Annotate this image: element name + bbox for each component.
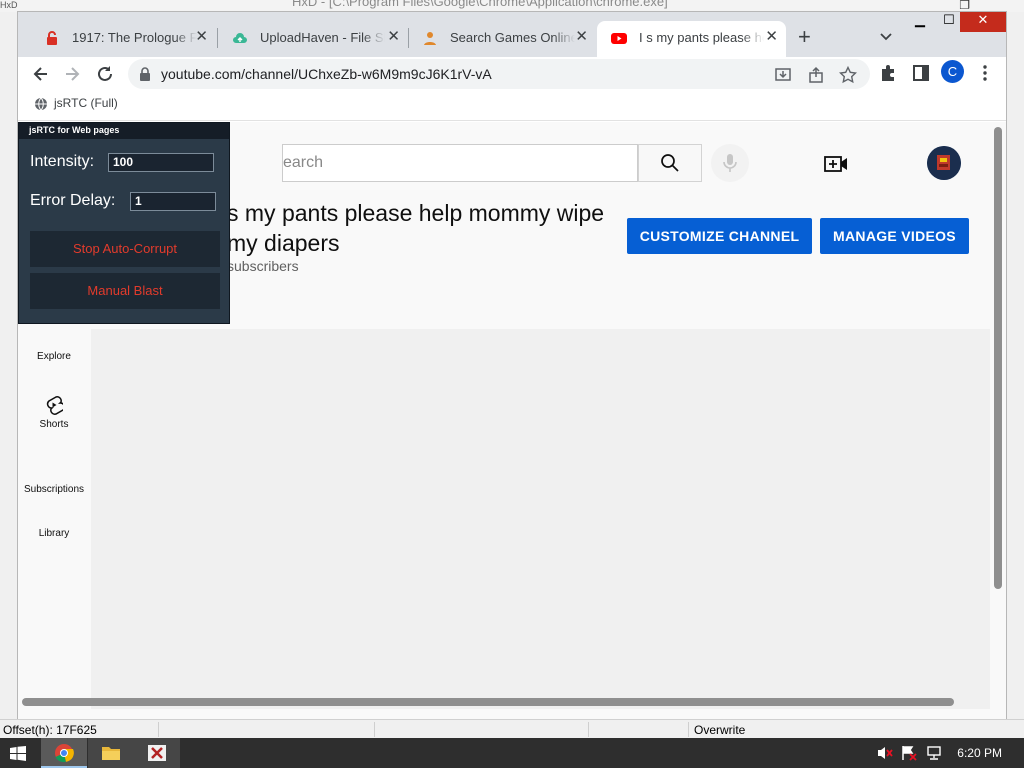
manage-videos-button[interactable]: MANAGE VIDEOS [820, 218, 969, 254]
voice-search-button[interactable] [711, 144, 749, 182]
nav-label: Explore [37, 351, 71, 362]
folder-icon [102, 747, 120, 760]
share-icon[interactable] [807, 66, 825, 84]
tab-uploadhaven[interactable]: UploadHaven - File Sha ✕ [218, 21, 408, 57]
browser-toolbar: youtube.com/channel/UChxeZb-w6M9m9cJ6K1r… [18, 57, 1006, 91]
jsrtc-panel: jsRTC for Web pages Intensity: 100 Error… [18, 122, 230, 324]
hxd-window-title: HxD - [C:\Program Files\Google\Chrome\Ap… [292, 0, 668, 9]
customize-channel-button[interactable]: CUSTOMIZE CHANNEL [627, 218, 812, 254]
microphone-icon [723, 154, 737, 172]
horizontal-scrollbar[interactable] [22, 698, 954, 706]
nav-explore[interactable]: Explore [18, 351, 90, 362]
nav-subscriptions[interactable]: Subscriptions [18, 484, 90, 495]
install-app-icon[interactable] [774, 66, 792, 84]
reload-icon[interactable] [94, 63, 116, 85]
jsrtc-header: jsRTC for Web pages [19, 123, 229, 139]
extensions-puzzle-icon[interactable] [878, 63, 898, 83]
volume-muted-icon[interactable] [877, 745, 893, 761]
avatar-image [927, 146, 961, 180]
more-menu-icon[interactable] [975, 63, 995, 83]
status-divider [688, 722, 689, 737]
channel-content-area [91, 329, 990, 709]
bookmark-star-icon[interactable] [839, 66, 857, 84]
network-icon[interactable] [926, 745, 942, 761]
forward-arrow-icon[interactable] [61, 63, 83, 85]
nav-shorts[interactable]: Shorts [18, 395, 90, 430]
person-icon [424, 32, 436, 45]
error-delay-input[interactable]: 1 [130, 192, 216, 211]
hxd-app-icon: HxD [0, 0, 18, 10]
taskbar-chrome[interactable] [41, 738, 87, 768]
status-divider [588, 722, 589, 737]
maximize-icon[interactable]: ☐ [935, 12, 963, 32]
globe-icon [35, 97, 47, 111]
hxd-icon [148, 745, 166, 761]
subscriber-count: subscribers [227, 258, 299, 274]
intensity-label: Intensity: [30, 153, 95, 170]
new-tab-plus-icon[interactable]: + [798, 26, 811, 48]
bookmark-label: jsRTC (Full) [54, 96, 118, 110]
nav-label: Subscriptions [23, 484, 85, 495]
vertical-scrollbar[interactable] [994, 127, 1002, 589]
taskbar: 6:20 PM [0, 738, 1024, 768]
search-input[interactable]: earch [282, 144, 638, 182]
stop-auto-corrupt-button[interactable]: Stop Auto-Corrupt [30, 231, 220, 267]
manual-blast-button[interactable]: Manual Blast [30, 273, 220, 309]
tab-close-icon[interactable]: ✕ [387, 29, 400, 45]
red-lock-icon [47, 31, 57, 45]
bookmark-jsrtc[interactable]: jsRTC (Full) [34, 96, 118, 111]
url-text: youtube.com/channel/UChxeZb-w6M9m9cJ6K1r… [161, 66, 492, 82]
create-video-icon[interactable] [824, 152, 848, 176]
status-mode: Overwrite [694, 723, 746, 737]
youtube-account-avatar[interactable] [927, 146, 961, 180]
minimize-icon[interactable]: ▁ [906, 12, 934, 32]
tab-1917[interactable]: 1917: The Prologue Free ✕ [30, 21, 216, 57]
channel-name: s my pants please help mommy wipe my dia… [227, 200, 605, 256]
action-center-flag-icon[interactable] [901, 745, 917, 761]
chrome-icon [55, 744, 74, 763]
shorts-icon [46, 396, 63, 415]
tab-strip: 1917: The Prologue Free ✕ UploadHaven - … [18, 12, 1006, 57]
chrome-window: 1917: The Prologue Free ✕ UploadHaven - … [17, 11, 1007, 719]
tab-close-icon[interactable]: ✕ [765, 29, 778, 45]
lock-icon [140, 67, 150, 81]
side-panel-icon[interactable] [911, 63, 931, 83]
tab-close-icon[interactable]: ✕ [575, 29, 588, 45]
tab-search-games[interactable]: Search Games Online ✕ [408, 21, 596, 57]
nav-label: Library [38, 528, 70, 539]
system-tray: 6:20 PM [864, 738, 1024, 768]
tab-title: Search Games Online [450, 30, 575, 45]
hxd-status-bar: Offset(h): 17F625 Overwrite [0, 719, 1024, 739]
youtube-icon [611, 33, 627, 44]
nav-library[interactable]: Library [18, 528, 90, 539]
tab-youtube-active[interactable]: I s my pants please help ✕ [597, 21, 786, 57]
status-divider [374, 722, 375, 737]
taskbar-hxd[interactable] [134, 738, 180, 768]
tab-title: I s my pants please help [639, 30, 764, 45]
search-button[interactable] [638, 144, 702, 182]
tab-title: UploadHaven - File Sha [260, 30, 385, 45]
tab-title: 1917: The Prologue Free [72, 30, 197, 45]
taskbar-file-explorer[interactable] [88, 738, 134, 768]
status-offset: Offset(h): 17F625 [3, 723, 97, 737]
profile-avatar[interactable]: C [941, 60, 964, 83]
window-close-icon[interactable]: ✕ [960, 12, 1006, 32]
windows-start-icon[interactable] [10, 746, 26, 761]
back-arrow-icon[interactable] [30, 63, 52, 85]
chevron-down-icon[interactable] [878, 28, 894, 44]
address-bar[interactable]: youtube.com/channel/UChxeZb-w6M9m9cJ6K1r… [128, 59, 870, 89]
status-divider [158, 722, 159, 737]
tab-close-icon[interactable]: ✕ [195, 29, 208, 45]
intensity-input[interactable]: 100 [108, 153, 214, 172]
cloud-upload-icon [233, 33, 247, 43]
error-delay-label: Error Delay: [30, 192, 116, 209]
bookmarks-bar: jsRTC (Full) [18, 91, 1006, 121]
nav-label: Shorts [39, 419, 69, 430]
search-icon [661, 154, 679, 172]
taskbar-clock[interactable]: 6:20 PM [957, 746, 1002, 760]
search-placeholder: earch [283, 154, 324, 171]
